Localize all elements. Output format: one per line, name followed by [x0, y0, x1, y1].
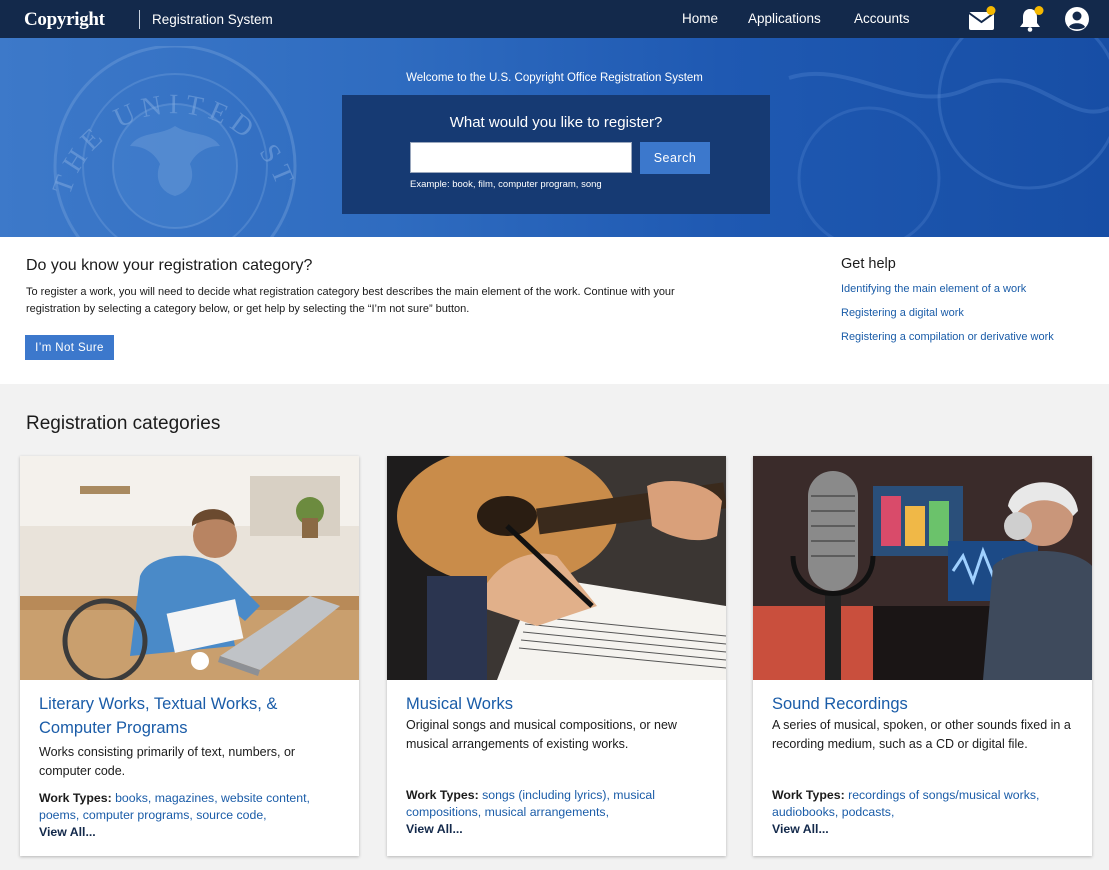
- help-link-compilation[interactable]: Registering a compilation or derivative …: [841, 331, 1054, 343]
- nav-divider: [139, 10, 140, 29]
- search-example-text: Example: book, film, computer program, s…: [410, 179, 602, 190]
- help-link-digital-work[interactable]: Registering a digital work: [841, 307, 964, 319]
- not-sure-button[interactable]: I’m Not Sure: [25, 335, 114, 360]
- work-types-label: Work Types:: [39, 791, 112, 805]
- copyright-logo[interactable]: Copyright: [24, 9, 105, 31]
- view-all-link-sound-recordings[interactable]: View All...: [772, 821, 1077, 838]
- hero-pattern-decoration: [788, 38, 1109, 237]
- intro-heading: Do you know your registration category?: [26, 257, 313, 274]
- card-image-musical: [387, 456, 726, 680]
- search-question: What would you like to register?: [449, 114, 663, 131]
- card-description-literary: Works consisting primarily of text, numb…: [39, 745, 296, 778]
- hero-banner: THE UNITED STATES COPYRIGHT Welcome to t…: [0, 38, 1109, 237]
- card-description-sound-recordings: A series of musical, spoken, or other so…: [772, 718, 1071, 751]
- category-card-musical[interactable]: Musical Works Original songs and musical…: [387, 456, 726, 856]
- card-title-musical[interactable]: Musical Works: [406, 692, 706, 716]
- help-heading: Get help: [841, 256, 896, 272]
- bell-icon[interactable]: [1016, 6, 1044, 32]
- mail-icon[interactable]: [968, 6, 996, 32]
- card-title-sound-recordings[interactable]: Sound Recordings: [772, 692, 1072, 716]
- help-link-main-element[interactable]: Identifying the main element of a work: [841, 283, 1026, 295]
- card-title-literary[interactable]: Literary Works, Textual Works, & Compute…: [39, 692, 339, 740]
- registration-categories-heading: Registration categories: [26, 413, 221, 434]
- welcome-text: Welcome to the U.S. Copyright Office Reg…: [406, 72, 703, 84]
- category-card-sound-recordings[interactable]: Sound Recordings A series of musical, sp…: [753, 456, 1092, 856]
- nav-link-accounts[interactable]: Accounts: [854, 11, 910, 26]
- nav-link-home[interactable]: Home: [682, 11, 718, 26]
- intro-text: To register a work, you will need to dec…: [26, 286, 675, 315]
- user-icon[interactable]: [1063, 6, 1091, 32]
- card-image-literary: [20, 456, 359, 680]
- category-intro-section: Do you know your registration category? …: [0, 237, 1109, 384]
- top-navigation-bar: Copyright Registration System Home Appli…: [0, 0, 1109, 38]
- view-all-link-musical[interactable]: View All...: [406, 821, 711, 838]
- view-all-link-literary[interactable]: View All...: [39, 824, 344, 841]
- system-name: Registration System: [152, 12, 273, 27]
- search-input[interactable]: [410, 142, 632, 173]
- card-image-sound-recordings: [753, 456, 1092, 680]
- card-work-types-sound-recordings: Work Types: recordings of songs/musical …: [772, 787, 1077, 838]
- card-work-types-musical: Work Types: songs (including lyrics), mu…: [406, 787, 711, 838]
- category-card-literary[interactable]: Literary Works, Textual Works, & Compute…: [20, 456, 359, 856]
- search-button[interactable]: Search: [640, 142, 710, 174]
- nav-link-applications[interactable]: Applications: [748, 11, 821, 26]
- work-types-label: Work Types:: [772, 788, 845, 802]
- card-work-types-literary: Work Types: books, magazines, website co…: [39, 790, 344, 841]
- register-search-panel: What would you like to register? Search …: [342, 95, 770, 214]
- card-description-musical: Original songs and musical compositions,…: [406, 718, 677, 751]
- work-types-label: Work Types:: [406, 788, 479, 802]
